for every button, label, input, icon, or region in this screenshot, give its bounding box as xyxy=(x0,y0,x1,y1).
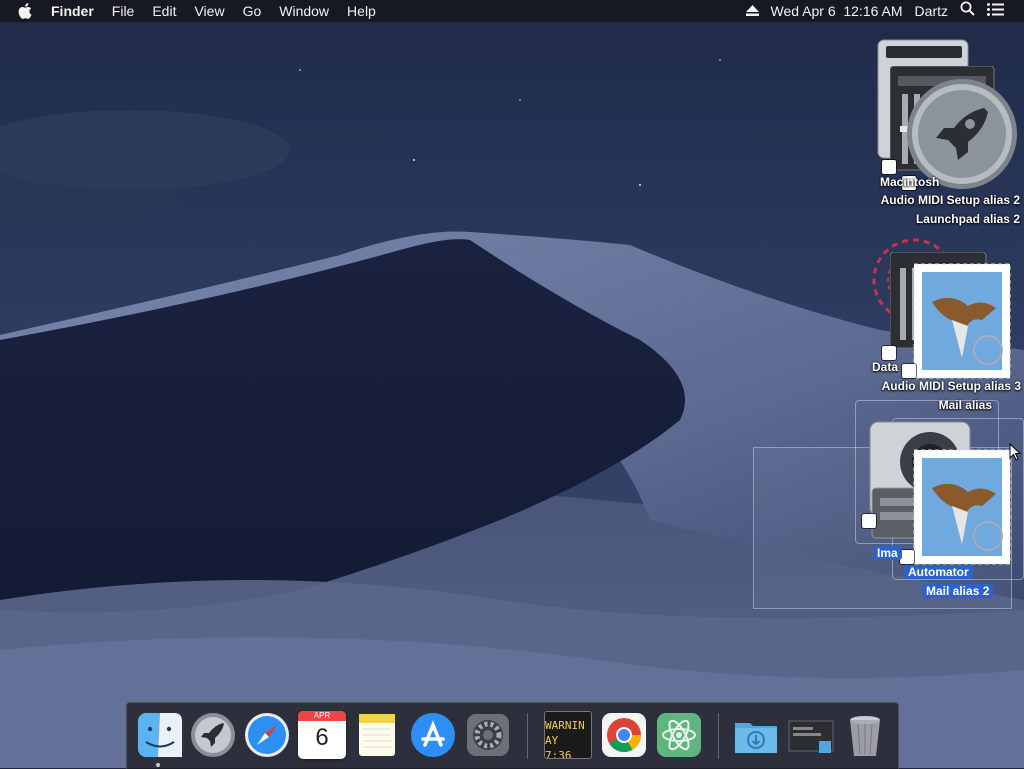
dock-trash-icon[interactable] xyxy=(841,711,889,759)
mail-stamp-icon[interactable] xyxy=(912,262,1012,380)
menu-bar: Finder File Edit View Go Window Help Wed… xyxy=(0,0,1024,22)
desktop-icon-label-audio-midi-setup-alias-2[interactable]: Audio MIDI Setup alias 2 xyxy=(881,193,1020,207)
dock: APR 6 WARNIN AY 7:36 xyxy=(126,702,899,769)
desktop-icon-label-image-capture[interactable]: Ima xyxy=(873,546,902,560)
alias-arrow-icon xyxy=(902,364,916,378)
dock-notes-icon[interactable] xyxy=(353,711,401,759)
dock-chrome-icon[interactable] xyxy=(600,711,648,759)
dock-running-indicator xyxy=(156,763,160,767)
eject-icon[interactable] xyxy=(740,0,765,22)
desktop-icon-label-automator[interactable]: Automator xyxy=(904,565,973,579)
apple-menu[interactable] xyxy=(0,3,42,19)
dock-calendar-icon[interactable]: APR 6 xyxy=(298,711,346,759)
dock-downloads-folder-icon[interactable] xyxy=(732,711,780,759)
dock-separator xyxy=(527,713,528,759)
menu-view[interactable]: View xyxy=(185,0,233,22)
menu-help[interactable]: Help xyxy=(338,0,385,22)
spotlight-search-icon[interactable] xyxy=(954,0,981,22)
mail-stamp-icon[interactable] xyxy=(912,448,1012,566)
desktop-icon-label-mail-alias-2[interactable]: Mail alias 2 xyxy=(922,584,994,598)
calendar-month: APR xyxy=(298,711,346,721)
desktop-icon-label-data[interactable]: Data xyxy=(872,360,898,374)
apple-icon xyxy=(18,3,32,19)
desktop-icon-label-audio-midi-setup-alias-3[interactable]: Audio MIDI Setup alias 3 xyxy=(882,379,1021,393)
dock-separator xyxy=(718,713,719,759)
dock-system-preferences-icon[interactable] xyxy=(464,711,512,759)
calendar-day: 6 xyxy=(315,724,329,751)
desktop-icon-label-launchpad-alias-2[interactable]: Launchpad alias 2 xyxy=(916,212,1020,226)
dock-console-icon[interactable]: WARNIN AY 7:36 xyxy=(544,711,592,759)
dock-app-store-icon[interactable] xyxy=(409,711,457,759)
alias-arrow-icon xyxy=(882,346,896,360)
alias-arrow-icon xyxy=(862,514,876,528)
alias-arrow-icon xyxy=(900,550,914,564)
menu-file[interactable]: File xyxy=(103,0,144,22)
console-line-2: AY 7:36 xyxy=(545,734,572,759)
dock-safari-icon[interactable] xyxy=(243,711,291,759)
app-menu-finder[interactable]: Finder xyxy=(42,0,103,22)
menu-window[interactable]: Window xyxy=(270,0,338,22)
menu-edit[interactable]: Edit xyxy=(143,0,185,22)
dock-launchpad-icon[interactable] xyxy=(189,711,237,759)
alias-arrow-icon xyxy=(882,160,896,174)
mouse-cursor-icon xyxy=(1009,443,1021,461)
menu-go[interactable]: Go xyxy=(234,0,271,22)
user-menu[interactable]: Dartz xyxy=(909,0,954,22)
clock[interactable]: Wed Apr 6 12:16 AM xyxy=(765,0,909,22)
dock-atom-icon[interactable] xyxy=(655,711,703,759)
dock-finder-icon[interactable] xyxy=(136,711,184,759)
notification-center-icon[interactable] xyxy=(981,0,1024,22)
dock-screenshot-stack-icon[interactable] xyxy=(787,711,835,759)
console-line-1: WARNIN xyxy=(545,719,585,732)
desktop-icon-label-macintosh[interactable]: Macintosh xyxy=(880,175,939,189)
